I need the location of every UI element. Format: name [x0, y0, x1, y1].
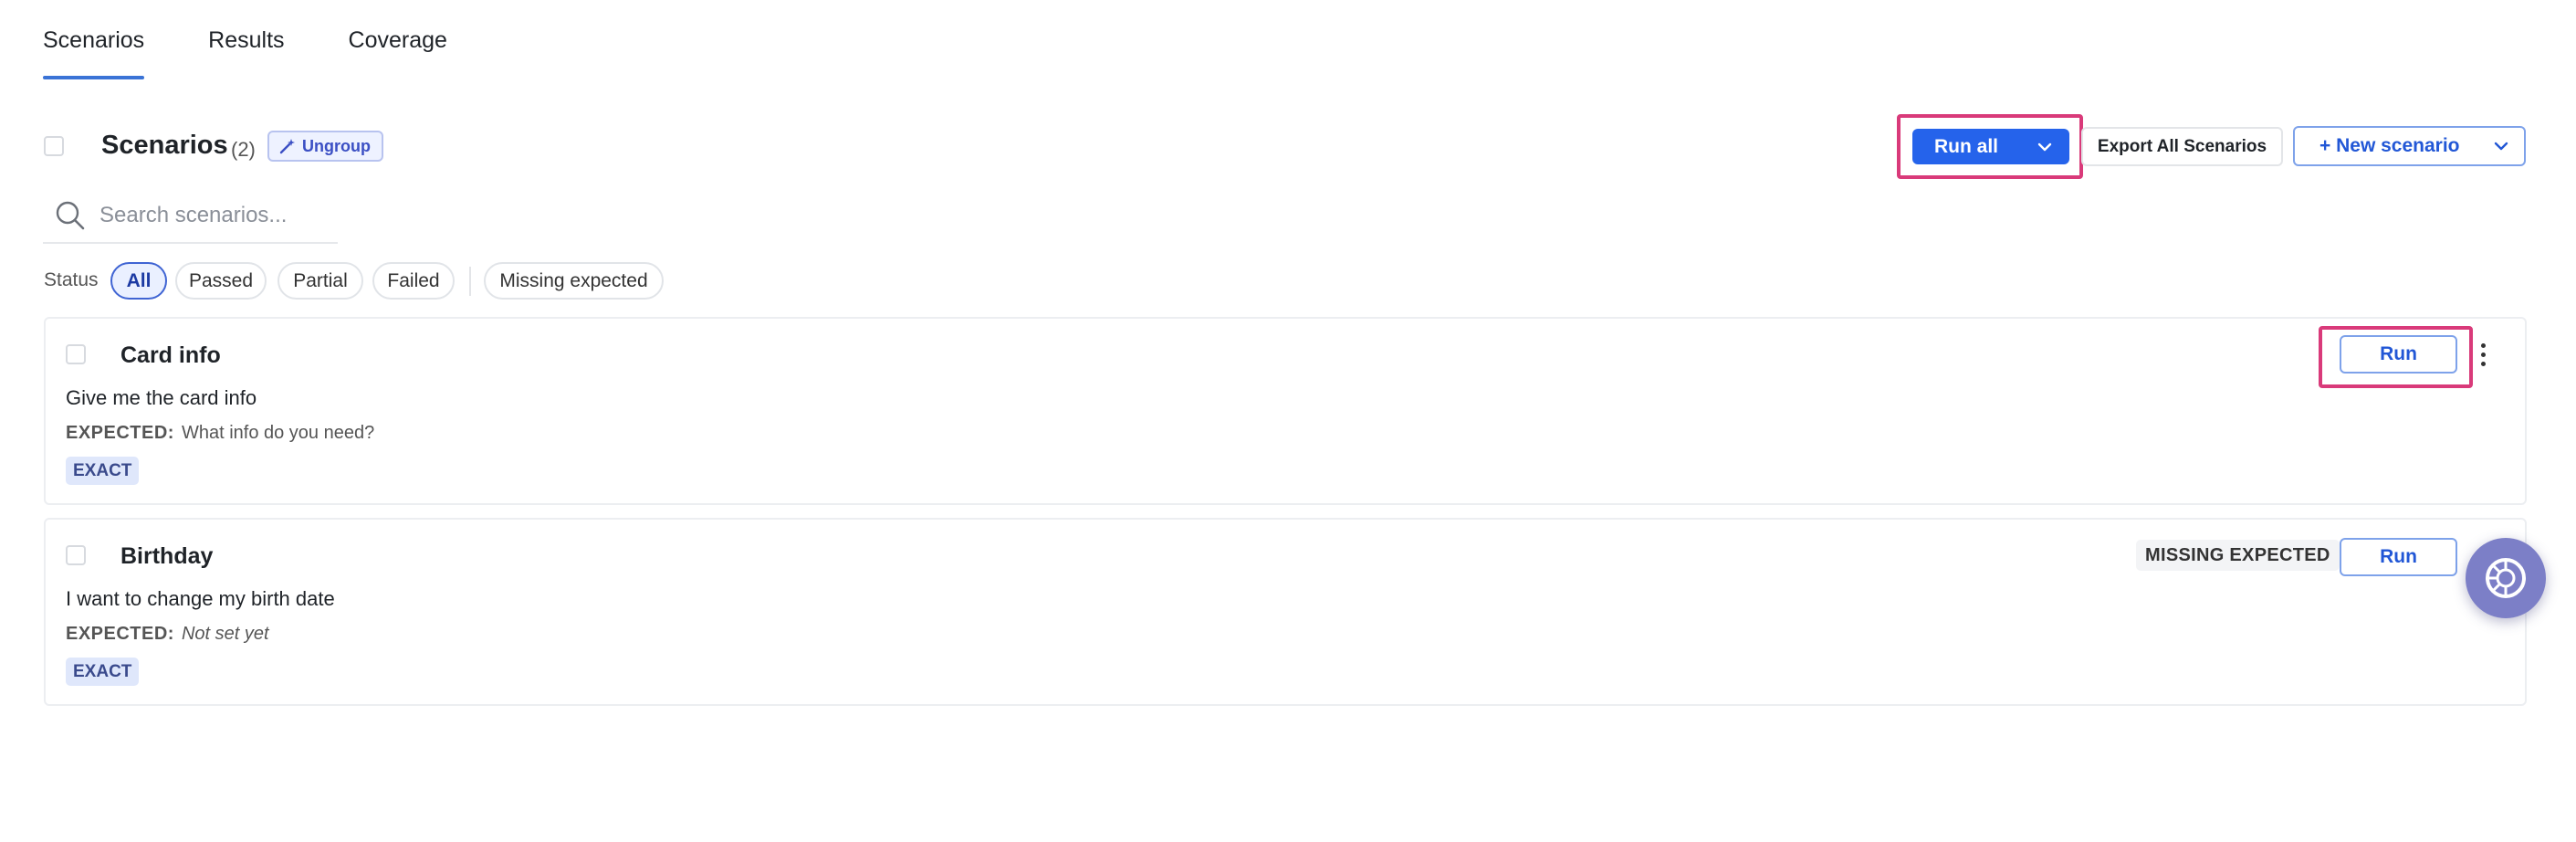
new-scenario-label: + New scenario — [2319, 135, 2460, 156]
tab-coverage[interactable]: Coverage — [349, 27, 447, 79]
scenario-checkbox[interactable] — [66, 545, 86, 565]
run-button-highlight — [2319, 326, 2473, 388]
scenario-prompt: Give me the card info — [66, 386, 257, 409]
filter-chip-partial[interactable]: Partial — [277, 262, 363, 300]
ungroup-button[interactable]: Ungroup — [267, 131, 383, 162]
scenario-card: Birthday I want to change my birth date … — [44, 518, 2527, 706]
match-type-badge: EXACT — [66, 457, 140, 485]
scenario-title: Birthday — [120, 543, 214, 569]
scenario-expected: EXPECTED: What info do you need? — [66, 423, 374, 444]
scenario-checkbox[interactable] — [66, 344, 86, 364]
tab-bar: Scenarios Results Coverage — [43, 27, 447, 79]
select-all-checkbox[interactable] — [44, 136, 64, 156]
run-button[interactable]: Run — [2340, 538, 2457, 576]
run-all-label: Run all — [1933, 135, 1998, 157]
scenario-card: Card info Give me the card info EXPECTED… — [44, 317, 2527, 505]
ungroup-label: Ungroup — [302, 136, 371, 155]
search-bar — [43, 189, 338, 244]
filter-chip-passed[interactable]: Passed — [175, 262, 267, 300]
export-all-button[interactable]: Export All Scenarios — [2081, 127, 2283, 166]
status-filter-label: Status — [44, 269, 99, 290]
tab-scenarios[interactable]: Scenarios — [43, 27, 145, 79]
expected-value: What info do you need? — [181, 423, 375, 443]
chevron-down-icon[interactable] — [2020, 142, 2069, 152]
expected-label: EXPECTED: — [66, 624, 174, 644]
page-title: Scenarios — [101, 131, 228, 160]
magic-wand-icon — [279, 139, 295, 154]
scenario-prompt: I want to change my birth date — [66, 587, 335, 610]
filter-chip-missing-expected[interactable]: Missing expected — [484, 262, 664, 300]
expected-label: EXPECTED: — [66, 423, 174, 443]
filter-chip-all[interactable]: All — [110, 262, 167, 300]
scenario-count: (2) — [231, 138, 256, 161]
run-all-button[interactable]: Run all — [1912, 129, 2069, 164]
expected-value: Not set yet — [181, 624, 269, 644]
filter-chip-failed[interactable]: Failed — [372, 262, 455, 300]
tab-results[interactable]: Results — [208, 27, 284, 79]
chevron-down-icon[interactable] — [2478, 142, 2524, 151]
search-icon — [56, 201, 85, 230]
lifebuoy-icon — [2486, 558, 2526, 598]
search-input[interactable] — [99, 203, 328, 228]
scenario-expected: EXPECTED: Not set yet — [66, 624, 269, 645]
match-type-badge: EXACT — [66, 658, 140, 686]
filter-divider — [469, 267, 471, 296]
new-scenario-button[interactable]: + New scenario — [2293, 126, 2526, 166]
help-chat-button[interactable] — [2466, 538, 2546, 618]
status-badge: MISSING EXPECTED — [2136, 540, 2340, 571]
more-options-icon[interactable] — [2474, 337, 2492, 372]
scenario-title: Card info — [120, 342, 221, 368]
